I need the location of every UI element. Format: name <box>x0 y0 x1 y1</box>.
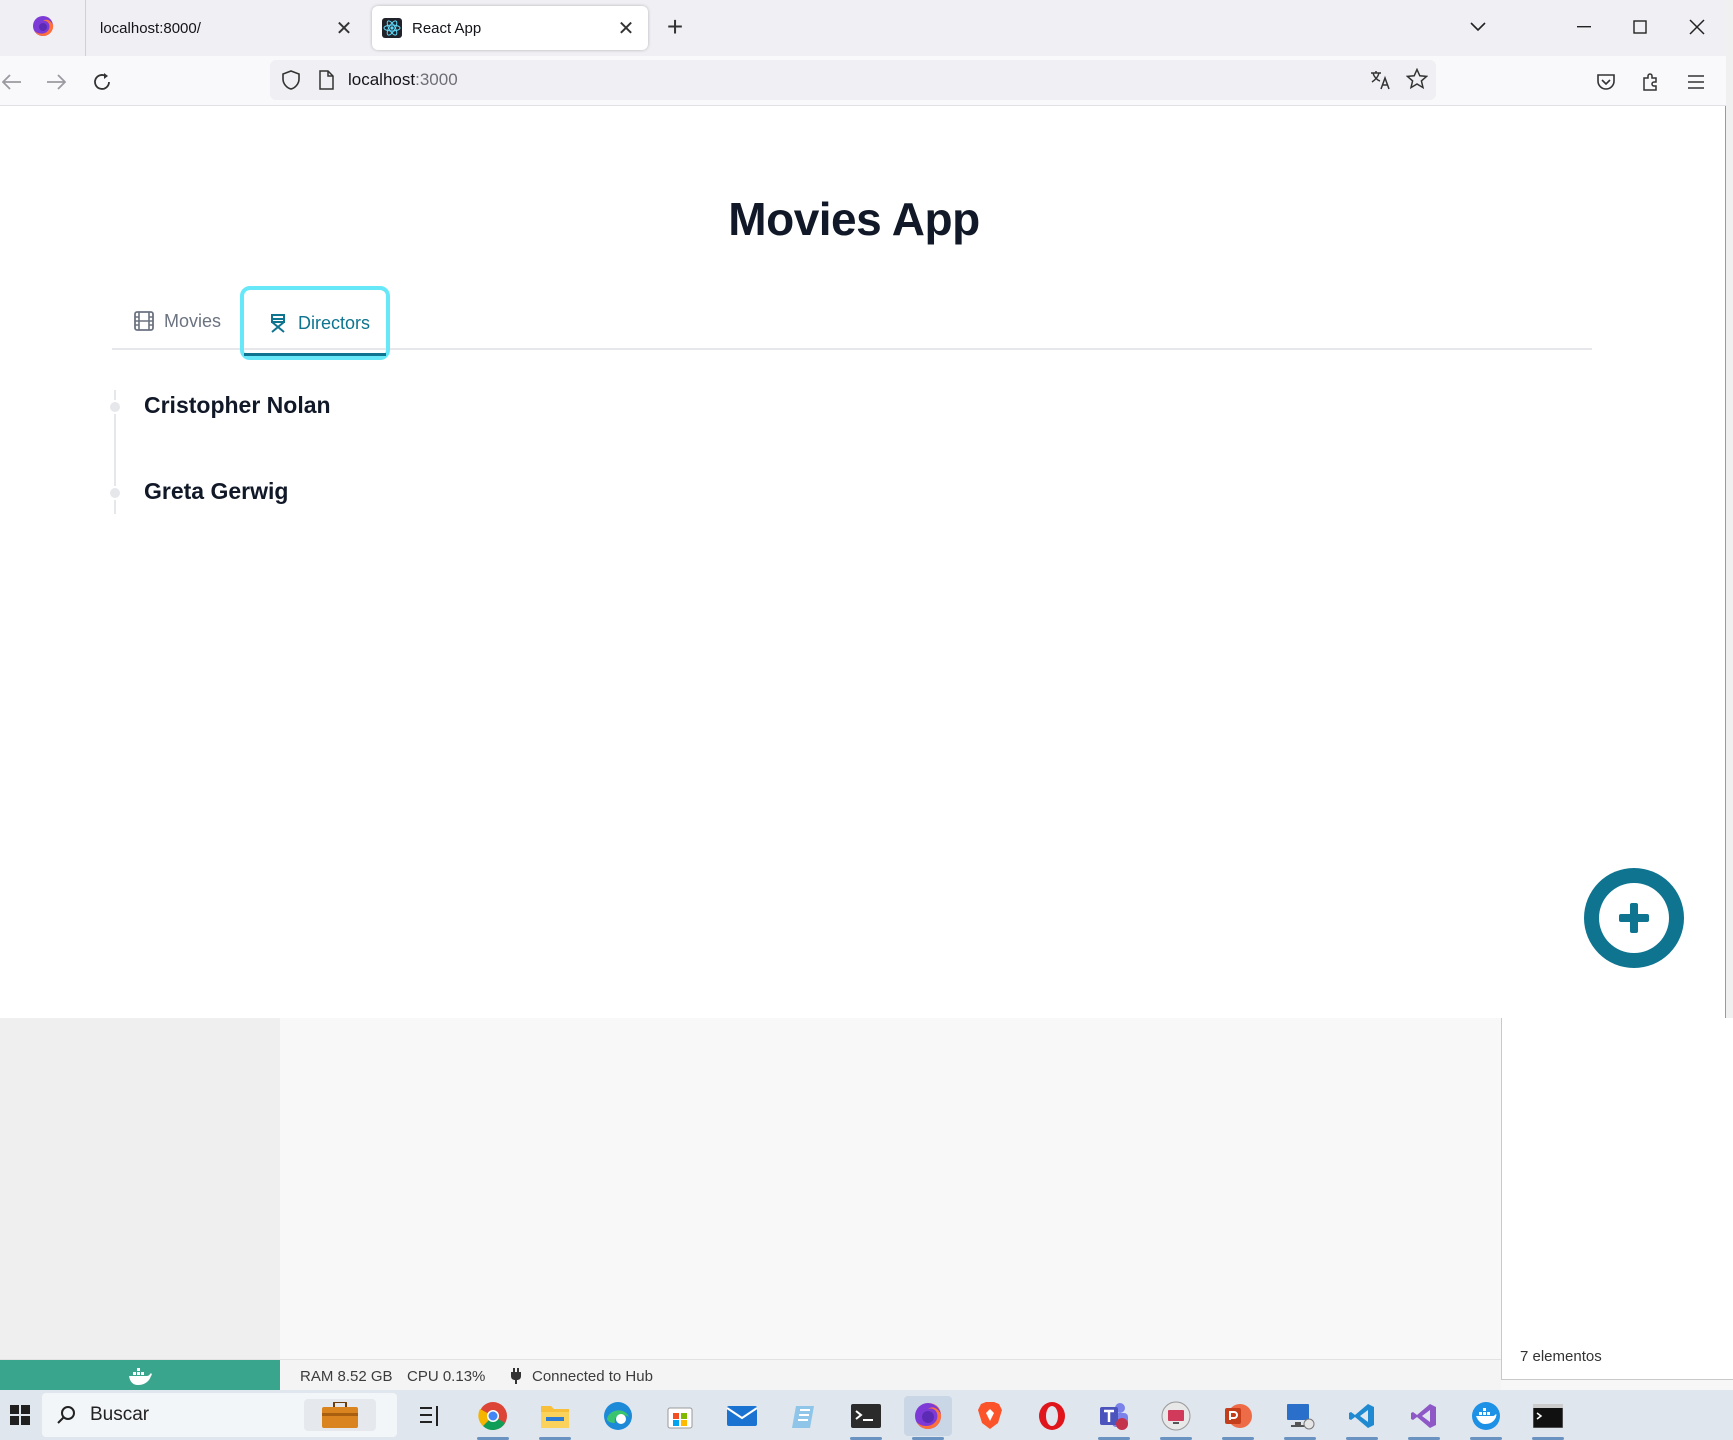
docker-desktop-icon[interactable] <box>1462 1396 1510 1440</box>
new-tab-button[interactable]: + <box>662 11 688 42</box>
search-icon <box>56 1405 76 1425</box>
mail-icon[interactable] <box>718 1396 766 1436</box>
tracking-shield-icon[interactable] <box>282 70 300 95</box>
browser-tab-label: React App <box>412 19 482 37</box>
forward-arrow-icon[interactable] <box>40 66 72 98</box>
page-viewport: Movies App Movies Directors Cristopher N… <box>0 106 1725 1018</box>
timeline-dot <box>108 486 122 500</box>
search-placeholder: Buscar <box>90 1404 150 1425</box>
vscode-icon[interactable] <box>1338 1396 1386 1440</box>
chrome-icon[interactable] <box>469 1396 517 1440</box>
list-all-tabs-icon[interactable] <box>1458 10 1498 44</box>
translate-icon[interactable] <box>1370 69 1392 96</box>
teams-icon[interactable] <box>1090 1396 1138 1440</box>
ms-store-icon[interactable] <box>656 1396 704 1436</box>
director-name: Cristopher Nolan <box>144 392 331 418</box>
cmd-icon[interactable] <box>1524 1396 1572 1440</box>
firefox-logo-icon <box>32 15 54 41</box>
plug-icon <box>510 1368 522 1388</box>
minimize-icon[interactable] <box>1564 10 1604 44</box>
hub-status: Connected to Hub <box>532 1368 653 1385</box>
tab-movies-label: Movies <box>164 310 222 331</box>
page-info-icon[interactable] <box>318 70 334 95</box>
briefcase-icon <box>304 1399 376 1431</box>
hamburger-menu-icon[interactable] <box>1680 66 1712 98</box>
browser-tab-label: localhost:8000/ <box>100 19 201 37</box>
tab-directors[interactable]: Directors <box>240 286 390 360</box>
react-logo-icon <box>382 18 402 38</box>
firefox-icon[interactable] <box>904 1396 952 1440</box>
docker-sidebar-background <box>0 1018 280 1360</box>
window-close-icon[interactable] <box>1677 10 1717 44</box>
tab-directors-label: Directors <box>298 312 371 333</box>
remote-desktop-icon[interactable] <box>1276 1396 1324 1440</box>
terminal-icon[interactable] <box>842 1396 890 1440</box>
file-explorer-panel: 7 elementos <box>1501 1018 1733 1380</box>
powerpoint-icon[interactable] <box>1214 1396 1262 1440</box>
firefox-view-tab[interactable] <box>0 0 86 56</box>
navigation-toolbar: localhost:3000 <box>0 56 1726 106</box>
back-arrow-icon[interactable] <box>0 66 28 98</box>
maximize-icon[interactable] <box>1620 10 1660 44</box>
explorer-item-count: 7 elementos <box>1520 1348 1602 1365</box>
notes-app-icon[interactable] <box>780 1396 828 1436</box>
cpu-status: CPU 0.13% <box>407 1368 486 1385</box>
ram-status: RAM 8.52 GB <box>300 1368 393 1385</box>
url-host: localhost <box>348 70 416 89</box>
browser-tab-localhost-8000[interactable]: localhost:8000/ ✕ <box>86 6 366 50</box>
firefox-window: localhost:8000/ ✕ React App ✕ + localhos… <box>0 0 1726 1018</box>
taskbar-search-box[interactable]: Buscar <box>42 1393 397 1437</box>
film-icon <box>134 311 154 331</box>
close-icon[interactable]: ✕ <box>334 18 354 40</box>
remote-app-icon[interactable] <box>1152 1396 1200 1440</box>
background-window-edge <box>1725 0 1733 1018</box>
extensions-puzzle-icon[interactable] <box>1635 66 1667 98</box>
add-director-button[interactable] <box>1584 868 1684 968</box>
url-text: localhost:3000 <box>348 70 458 90</box>
docker-main-background <box>280 1018 1502 1360</box>
tab-movies[interactable]: Movies <box>134 292 221 350</box>
url-bar[interactable]: localhost:3000 <box>270 60 1436 100</box>
visual-studio-icon[interactable] <box>1400 1396 1448 1440</box>
file-explorer-icon[interactable] <box>531 1396 579 1440</box>
windows-taskbar: Buscar <box>0 1390 1733 1440</box>
edge-icon[interactable] <box>594 1396 642 1436</box>
brave-icon[interactable] <box>966 1396 1014 1436</box>
windows-start-icon[interactable] <box>0 1390 40 1440</box>
opera-icon[interactable] <box>1028 1396 1076 1436</box>
browser-tab-react-app[interactable]: React App ✕ <box>372 6 648 50</box>
app-tabs: Movies Directors <box>112 286 1592 360</box>
tab-strip: localhost:8000/ ✕ React App ✕ + <box>0 0 1726 56</box>
director-name: Greta Gerwig <box>144 478 289 504</box>
reload-icon[interactable] <box>86 66 118 98</box>
bookmark-star-icon[interactable] <box>1405 67 1429 95</box>
page-title: Movies App <box>728 193 980 245</box>
url-port: :3000 <box>415 70 458 89</box>
timeline-dot <box>108 400 122 414</box>
docker-whale-icon[interactable] <box>0 1360 280 1391</box>
director-chair-icon <box>268 313 288 333</box>
plus-circle-icon <box>1599 883 1669 953</box>
docker-status-bar: RAM 8.52 GB CPU 0.13% Connected to Hub <box>0 1359 1501 1391</box>
close-icon[interactable]: ✕ <box>616 18 636 40</box>
pocket-icon[interactable] <box>1590 66 1622 98</box>
task-view-icon[interactable] <box>406 1396 454 1436</box>
